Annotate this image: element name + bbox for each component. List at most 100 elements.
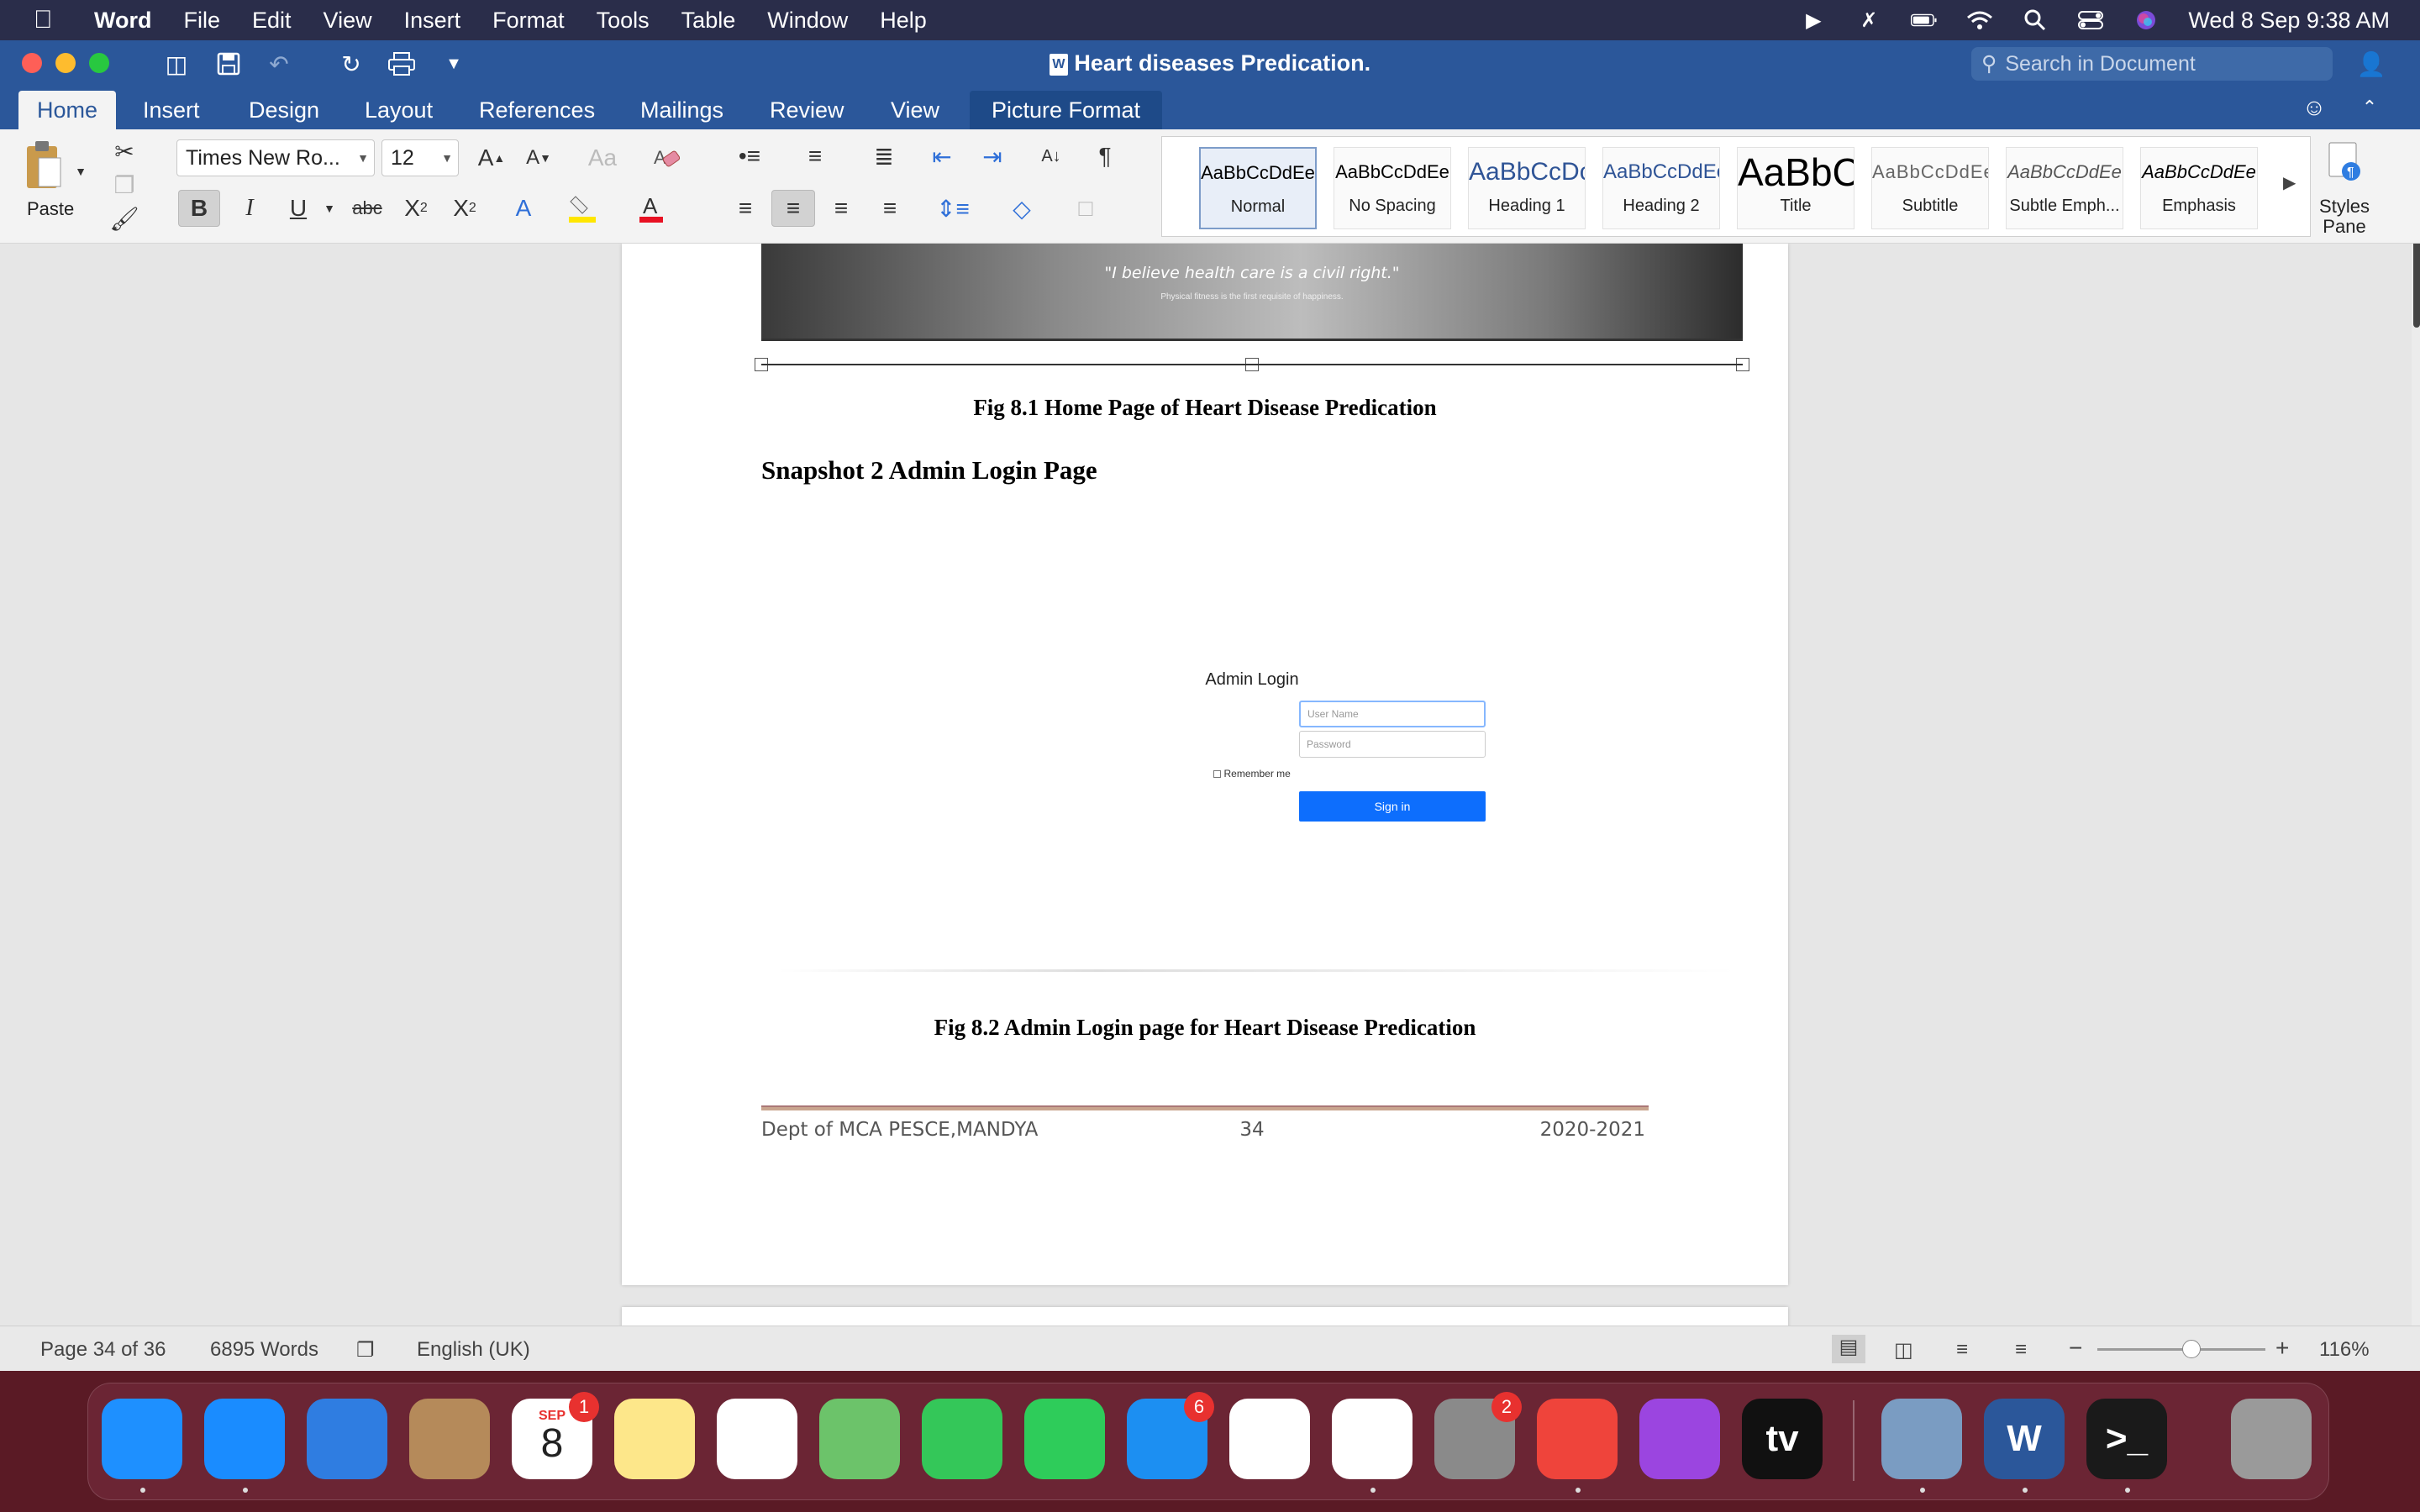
paste-options-arrow-icon[interactable]: ▼ [71,153,91,190]
format-painter-icon[interactable]: 🖌 [108,200,141,237]
tab-home[interactable]: Home [18,91,117,129]
style-heading-1[interactable]: AaBbCcDc Heading 1 [1468,147,1586,229]
menu-insert[interactable]: Insert [404,8,461,34]
menu-table[interactable]: Table [681,8,736,34]
copy-icon[interactable]: ❐ [108,166,141,203]
font-size-combobox[interactable]: 12 ▼ [381,139,459,176]
zoom-percentage[interactable]: 116% [2319,1338,2370,1362]
scrollbar-thumb[interactable] [2413,244,2420,328]
shading-bucket-icon[interactable]: ◇ [995,190,1049,227]
menu-view[interactable]: View [324,8,372,34]
zoom-slider-thumb[interactable] [2182,1340,2201,1358]
battery-icon[interactable] [1911,8,1938,32]
facetime-icon[interactable] [1024,1399,1105,1479]
home-page-screenshot-image[interactable]: "I believe health care is a civil right.… [761,244,1743,341]
control-center-icon[interactable] [2077,8,2104,32]
font-color-button[interactable]: A [630,190,672,227]
style-heading-2[interactable]: AaBbCcDdEe Heading 2 [1602,147,1720,229]
feedback-smiley-icon[interactable]: ☺ [2297,92,2331,123]
menu-tools[interactable]: Tools [597,8,650,34]
messages-icon[interactable] [922,1399,1002,1479]
tab-picture-format[interactable]: Picture Format [970,91,1163,129]
tab-view[interactable]: View [872,91,958,129]
subscript-button[interactable]: X2 [395,190,437,227]
vertical-scrollbar[interactable] [2412,244,2420,1326]
sort-icon[interactable]: A↓ [1030,138,1072,175]
style-subtle-emphasis[interactable]: AaBbCcDdEe Subtle Emph... [2006,147,2123,229]
paste-clipboard-icon[interactable] [20,136,67,197]
menu-window[interactable]: Window [767,8,848,34]
bullets-list-icon[interactable]: •≡ [723,138,776,175]
photos-icon[interactable] [1229,1399,1310,1479]
tab-insert[interactable]: Insert [124,91,218,129]
menu-file[interactable]: File [184,8,221,34]
show-formatting-marks-icon[interactable]: ¶ [1084,138,1126,175]
strikethrough-button[interactable]: abc [346,190,388,227]
siri-icon[interactable] [2133,8,2160,32]
highlight-color-button[interactable] [561,190,603,227]
styles-pane-label[interactable]: Styles Pane [2314,197,2375,237]
align-left-icon[interactable]: ≡ [724,190,766,227]
podcasts-icon[interactable] [1639,1399,1720,1479]
change-case-icon[interactable]: Aa [575,139,630,176]
play-status-icon[interactable]: ▶ [1800,8,1827,32]
text-effects-icon[interactable]: A [502,190,544,227]
print-layout-view-icon[interactable]: ▤ [1832,1335,1865,1363]
zoom-out-icon[interactable]: − [2069,1335,2082,1362]
terminal-icon[interactable]: >_ [2086,1399,2167,1493]
superscript-button[interactable]: X2 [444,190,486,227]
system-preferences-icon[interactable]: 2 [1434,1392,1522,1479]
style-subtitle[interactable]: AaBbCcDdEe Subtitle [1871,147,1989,229]
finder-icon[interactable] [102,1399,182,1493]
share-icon[interactable]: 👤 [2354,49,2388,79]
clock[interactable]: Wed 8 Sep 9:38 AM [2188,8,2390,34]
tab-references[interactable]: References [460,91,613,129]
maps-icon[interactable] [819,1399,900,1479]
decrease-indent-icon[interactable]: ⇤ [921,138,963,175]
page-count[interactable]: Page 34 of 36 [40,1338,166,1362]
grow-font-icon[interactable]: A ▲ [471,139,513,176]
styles-more-arrow-icon[interactable]: ▶ [2283,172,2296,193]
preview-icon[interactable] [1881,1399,1962,1493]
zoom-slider[interactable] [2097,1348,2265,1351]
clear-formatting-icon[interactable]: A [644,139,689,176]
wifi-icon[interactable] [1966,8,1993,32]
style-no-spacing[interactable]: AaBbCcDdEe No Spacing [1334,147,1451,229]
cut-scissors-icon[interactable]: ✂ [108,133,141,170]
reminders-icon[interactable] [717,1399,797,1479]
anydesk-icon[interactable] [1537,1399,1618,1493]
underline-options-icon[interactable]: ▼ [319,190,339,227]
tab-mailings[interactable]: Mailings [622,91,742,129]
style-title[interactable]: AaBbC Title [1737,147,1854,229]
proofing-icon[interactable]: ❐ [356,1338,375,1362]
search-in-document-field[interactable]: ⚲ Search in Document [1971,47,2333,81]
underline-button[interactable]: U [277,190,319,227]
bold-button[interactable]: B [178,190,220,227]
apple-tv-icon[interactable]: tv [1742,1399,1823,1479]
menu-help[interactable]: Help [880,8,927,34]
borders-icon[interactable]: □ [1059,190,1113,227]
collapse-ribbon-icon[interactable]: ⌃ [2353,92,2386,123]
chrome-icon[interactable] [1332,1399,1413,1493]
style-normal[interactable]: AaBbCcDdEe Normal [1199,147,1317,229]
increase-indent-icon[interactable]: ⇥ [971,138,1013,175]
draft-view-icon[interactable]: ≡ [2015,1338,2027,1362]
safari-icon[interactable] [204,1399,285,1493]
mail-icon[interactable] [307,1399,387,1479]
outline-view-icon[interactable]: ≡ [1956,1338,1968,1362]
zoom-in-icon[interactable]: + [2275,1335,2289,1362]
align-center-icon[interactable]: ≡ [771,190,815,227]
calendar-icon[interactable]: SEP 8 1 [512,1392,599,1479]
tab-design[interactable]: Design [230,91,338,129]
language[interactable]: English (UK) [417,1338,530,1362]
shrink-font-icon[interactable]: A ▼ [518,139,560,176]
admin-login-screenshot-image[interactable]: Admin Login User Name Password Remember … [761,554,1743,974]
multilevel-list-icon[interactable]: ≣ [857,138,911,175]
web-layout-view-icon[interactable]: ◫ [1894,1338,1913,1362]
menu-app-name[interactable]: Word [94,8,152,34]
word-count[interactable]: 6895 Words [210,1338,318,1362]
word-icon[interactable]: W [1984,1399,2065,1493]
menu-format[interactable]: Format [492,8,565,34]
tab-layout[interactable]: Layout [346,91,451,129]
style-emphasis[interactable]: AaBbCcDdEe Emphasis [2140,147,2258,229]
